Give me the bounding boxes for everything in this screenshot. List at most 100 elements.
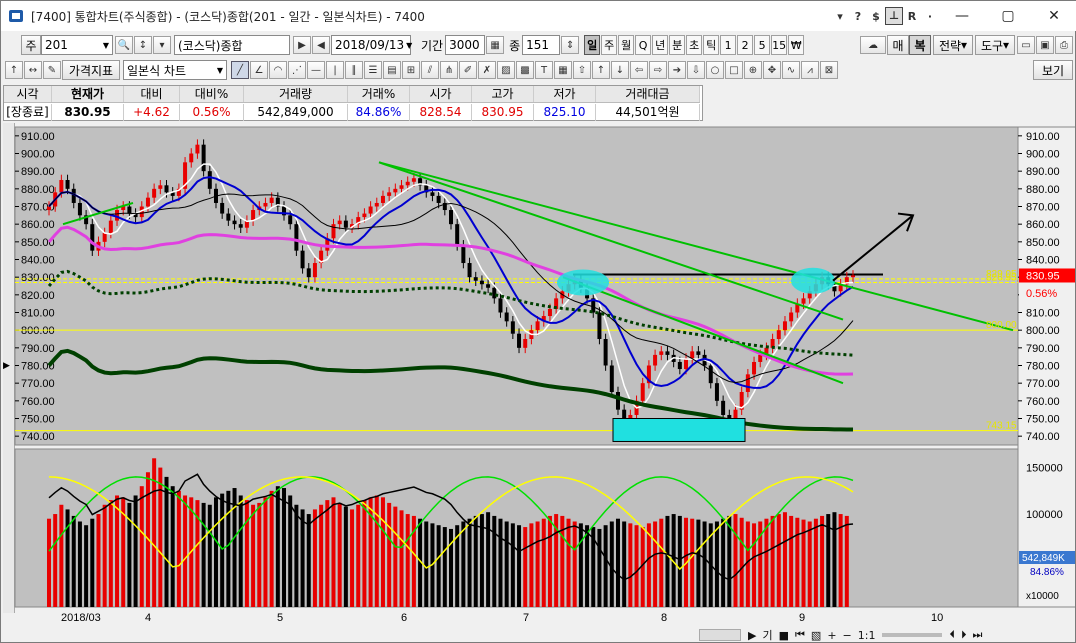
period-month[interactable]: 월: [618, 35, 635, 55]
sell-button[interactable]: 복: [909, 35, 931, 55]
period-day[interactable]: 일: [584, 35, 601, 55]
period-second[interactable]: 초: [686, 35, 703, 55]
tools-button[interactable]: 도구 ▾: [975, 35, 1015, 55]
angle-tool-icon[interactable]: ∠: [250, 61, 268, 79]
arc-tool-icon[interactable]: ◠: [269, 61, 287, 79]
vline-tool-icon[interactable]: |: [326, 61, 344, 79]
stop-icon[interactable]: ■: [779, 629, 789, 642]
arrow-left-icon[interactable]: ⇦: [630, 61, 648, 79]
channel-tool-icon[interactable]: ⫽: [421, 61, 439, 79]
arrow-up-icon[interactable]: ↑: [592, 61, 610, 79]
pitchfork-tool-icon[interactable]: ⋔: [440, 61, 458, 79]
eraser-tool-icon[interactable]: ✗: [478, 61, 496, 79]
candle-body: [201, 144, 206, 172]
arrow-right2-icon[interactable]: ➔: [668, 61, 686, 79]
fill-tool-icon[interactable]: ▩: [516, 61, 534, 79]
scroll-mode-icon[interactable]: 기: [762, 627, 772, 643]
search-icon[interactable]: 🔍: [115, 36, 133, 54]
period-5[interactable]: 5: [754, 35, 771, 55]
zoom-area-icon[interactable]: ▧: [811, 629, 821, 642]
hline-tool-icon[interactable]: —: [307, 61, 325, 79]
edit-icon[interactable]: ✎: [43, 61, 61, 79]
stock-name-field[interactable]: (코스닥)종합: [174, 35, 290, 55]
minimize-button[interactable]: —: [939, 1, 985, 31]
play-icon[interactable]: ▶: [293, 36, 311, 54]
close-button[interactable]: ✕: [1031, 1, 1076, 31]
chevron-down-icon[interactable]: ▾: [153, 36, 171, 54]
strategy-button[interactable]: 전략 ▾: [933, 35, 973, 55]
text-tool-icon[interactable]: T: [535, 61, 553, 79]
arrow-down2-icon[interactable]: ⇩: [687, 61, 705, 79]
save-icon[interactable]: ▣: [1036, 36, 1054, 54]
play-back-icon[interactable]: ◀: [312, 36, 330, 54]
sort-icon[interactable]: ↕: [134, 36, 152, 54]
next-page-icon[interactable]: ⏵: [961, 628, 967, 642]
period-week[interactable]: 주: [601, 35, 618, 55]
rect-tool-icon[interactable]: □: [725, 61, 743, 79]
arrow-down-icon[interactable]: ↓: [611, 61, 629, 79]
period-2[interactable]: 2: [737, 35, 754, 55]
period-quarter[interactable]: Q: [635, 35, 652, 55]
folder-icon[interactable]: ▭: [1017, 36, 1035, 54]
prev-page-icon[interactable]: ⏴: [949, 628, 955, 642]
volume-bar: [714, 521, 719, 607]
period-input[interactable]: 3000: [445, 35, 486, 55]
pin-icon[interactable]: ⊥: [885, 7, 903, 25]
market-button[interactable]: 주: [21, 35, 41, 55]
chart-canvas[interactable]: 910.00 910.00 900.00 900.00 890.00 890.00 880.…: [3, 123, 1075, 623]
remove-icon[interactable]: −: [843, 629, 852, 642]
gann-tool-icon[interactable]: ⊞: [402, 61, 420, 79]
currency-icon[interactable]: $: [867, 10, 885, 23]
scroll-track[interactable]: [699, 629, 741, 641]
zoom-slider[interactable]: [882, 633, 943, 637]
wave-tool-icon[interactable]: ∿: [782, 61, 800, 79]
view-button[interactable]: 보기: [1033, 60, 1073, 80]
code-combobox[interactable]: 201 ▼: [41, 35, 113, 55]
period-minute[interactable]: 분: [669, 35, 686, 55]
circle-tool-icon[interactable]: ○: [706, 61, 724, 79]
crosshair-tool-icon[interactable]: ✥: [763, 61, 781, 79]
scroll-left-icon[interactable]: ▶: [748, 629, 756, 642]
line-tool-icon[interactable]: ╱: [231, 61, 249, 79]
date-field[interactable]: 2018/09/13 ▼: [331, 35, 412, 55]
price-tick-label-left: 890.00: [21, 166, 55, 178]
arrow-up-tool-icon[interactable]: ⇧: [573, 61, 591, 79]
spinner-icon[interactable]: ⇕: [561, 36, 580, 54]
expand-icon[interactable]: ↔: [24, 61, 42, 79]
pencil-tool-icon[interactable]: ✐: [459, 61, 477, 79]
buy-button[interactable]: 매: [887, 35, 909, 55]
zigzag-tool-icon[interactable]: ⩘: [801, 61, 819, 79]
menu-dropdown-icon[interactable]: ▾: [831, 10, 849, 23]
period-won[interactable]: ₩: [788, 35, 805, 55]
fan-tool-icon[interactable]: ⋰: [288, 61, 306, 79]
fib-tool-icon[interactable]: ☰: [364, 61, 382, 79]
volume-bar: [578, 523, 583, 607]
calendar-icon[interactable]: ▦: [486, 36, 505, 54]
cycle-tool-icon[interactable]: ∥: [345, 61, 363, 79]
refresh-icon[interactable]: R: [903, 10, 921, 23]
grid-tool-icon[interactable]: ▤: [383, 61, 401, 79]
up-arrow-icon[interactable]: ↑: [5, 61, 23, 79]
indicator-button[interactable]: 가격지표: [62, 60, 120, 80]
ratio-icon[interactable]: 1:1: [858, 629, 876, 642]
first-page-icon[interactable]: ⏮: [795, 628, 805, 642]
price-tick-label: 890.00: [1026, 166, 1060, 178]
color-tool-icon[interactable]: ▨: [497, 61, 515, 79]
dot-icon[interactable]: ·: [921, 10, 939, 23]
zoom-tool-icon[interactable]: ⊕: [744, 61, 762, 79]
help-icon[interactable]: ?: [849, 10, 867, 23]
cloud-icon[interactable]: ☁: [860, 36, 886, 54]
period-15[interactable]: 15: [771, 35, 788, 55]
arrow-right-icon[interactable]: ⇨: [649, 61, 667, 79]
period-1[interactable]: 1: [720, 35, 737, 55]
delete-tool-icon[interactable]: ⊠: [820, 61, 838, 79]
chart-type-select[interactable]: 일본식 차트 ▼: [123, 60, 227, 80]
print-icon[interactable]: ⎙: [1055, 36, 1073, 54]
add-icon[interactable]: +: [827, 629, 836, 642]
image-tool-icon[interactable]: ▦: [554, 61, 572, 79]
period-year[interactable]: 년: [652, 35, 669, 55]
period-tick[interactable]: 틱: [703, 35, 720, 55]
count-input[interactable]: 151: [522, 35, 561, 55]
maximize-button[interactable]: ▢: [985, 1, 1031, 31]
last-page-icon[interactable]: ⏭: [972, 628, 982, 642]
